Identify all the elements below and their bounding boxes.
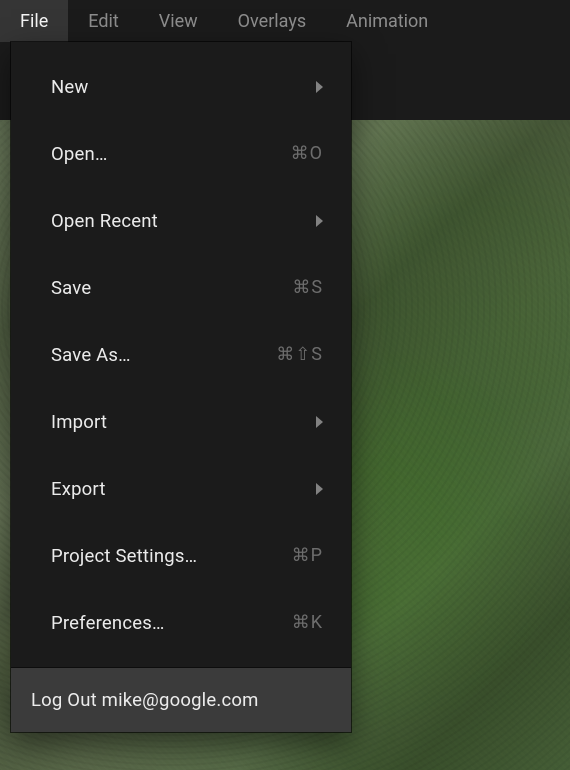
submenu-arrow-icon (316, 483, 323, 495)
menu-item-project-settings[interactable]: Project Settings… ⌘P (11, 533, 351, 578)
menu-item-label: Open Recent (51, 210, 316, 232)
menu-item-label: New (51, 76, 316, 98)
submenu-arrow-icon (316, 215, 323, 227)
file-dropdown: New Open… ⌘O Open Recent Save ⌘S Save As… (11, 42, 351, 732)
menu-item-open-recent[interactable]: Open Recent (11, 198, 351, 243)
submenu-arrow-icon (316, 81, 323, 93)
menu-item-label: Log Out mike@google.com (31, 689, 259, 711)
menu-item-open[interactable]: Open… ⌘O (11, 131, 351, 176)
menu-item-export[interactable]: Export (11, 466, 351, 511)
menubar-label: Edit (88, 11, 118, 32)
menu-item-shortcut: ⌘⇧S (276, 344, 323, 365)
menu-item-label: Save (51, 277, 292, 299)
menubar-item-file[interactable]: File (0, 0, 68, 42)
menubar-label: View (159, 11, 198, 32)
menu-item-save-as[interactable]: Save As… ⌘⇧S (11, 332, 351, 377)
menu-item-shortcut: ⌘O (291, 143, 323, 164)
menubar-item-edit[interactable]: Edit (68, 0, 138, 42)
menubar-item-view[interactable]: View (139, 0, 218, 42)
menu-item-logout[interactable]: Log Out mike@google.com (11, 668, 351, 732)
menu-item-shortcut: ⌘S (292, 277, 323, 298)
menu-item-label: Preferences… (51, 612, 292, 634)
menu-item-import[interactable]: Import (11, 399, 351, 444)
menubar-item-animation[interactable]: Animation (326, 0, 448, 42)
menu-item-shortcut: ⌘K (292, 612, 323, 633)
menu-item-label: Export (51, 478, 316, 500)
menu-item-label: Save As… (51, 344, 276, 366)
menu-item-label: Import (51, 411, 316, 433)
submenu-arrow-icon (316, 416, 323, 428)
menu-item-label: Project Settings… (51, 545, 292, 567)
menu-item-label: Open… (51, 143, 291, 165)
menu-item-preferences[interactable]: Preferences… ⌘K (11, 600, 351, 645)
menu-item-new[interactable]: New (11, 64, 351, 109)
menubar-label: Animation (346, 11, 428, 32)
menu-item-shortcut: ⌘P (292, 545, 323, 566)
menubar-label: Overlays (238, 11, 306, 32)
menubar-item-overlays[interactable]: Overlays (218, 0, 326, 42)
menu-item-save[interactable]: Save ⌘S (11, 265, 351, 310)
menubar-label: File (20, 11, 48, 32)
menubar: File Edit View Overlays Animation (0, 0, 570, 42)
